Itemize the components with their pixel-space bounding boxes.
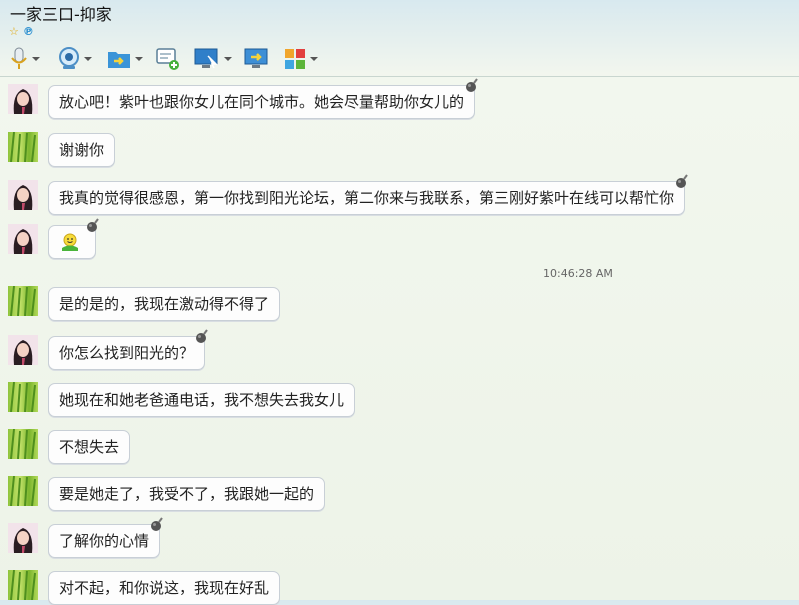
- window-title: 一家三口-抑家: [10, 5, 112, 24]
- message-text: 我真的觉得很感恩，第一你找到阳光论坛，第二你来与我联系，第三刚好紫叶在线可以帮忙…: [59, 189, 675, 207]
- send-file-button[interactable]: [107, 44, 143, 74]
- message-text: 对不起，和你说这，我现在好乱: [59, 579, 270, 597]
- p-icon[interactable]: ℗: [23, 25, 34, 38]
- avatar[interactable]: [8, 84, 38, 114]
- message-bubble[interactable]: 不想失去: [48, 430, 131, 464]
- avatar[interactable]: [8, 523, 38, 553]
- title-bar: 一家三口-抑家 ☆ ℗: [0, 0, 799, 46]
- message-bubble[interactable]: [48, 218, 99, 259]
- message-bubble[interactable]: 是的是的，我现在激动得不得了: [48, 287, 281, 321]
- apps-grid-icon: [285, 49, 305, 69]
- avatar[interactable]: [8, 132, 38, 162]
- bomb-icon: [466, 78, 478, 92]
- avatar[interactable]: [8, 286, 38, 316]
- message-text: 了解你的心情: [59, 532, 150, 550]
- toolbar: [0, 44, 799, 74]
- chat-history[interactable]: 放心吧！紫叶也跟你女儿在同个城市。她会尽量帮助你女儿的 谢谢你 我真的觉得很感恩…: [0, 76, 799, 605]
- message-bubble[interactable]: 对不起，和你说这，我现在好乱: [48, 571, 281, 605]
- avatar[interactable]: [8, 180, 38, 210]
- message-text: 她现在和她老爸通电话，我不想失去我女儿: [59, 391, 345, 409]
- message-text: 不想失去: [59, 438, 120, 456]
- message-text: 你怎么找到阳光的？: [59, 344, 195, 362]
- screen-share-icon: [244, 48, 268, 68]
- webcam-icon: [59, 47, 79, 69]
- avatar[interactable]: [8, 224, 38, 254]
- folder-arrow-icon: [108, 52, 130, 68]
- message-text: 放心吧！紫叶也跟你女儿在同个城市。她会尽量帮助你女儿的: [59, 93, 465, 111]
- bomb-icon: [151, 517, 163, 531]
- bomb-icon: [676, 174, 688, 188]
- smiley-emoticon-icon: [62, 233, 78, 251]
- message-timestamp: 10:46:28 AM: [543, 267, 613, 280]
- message-bubble[interactable]: 她现在和她老爸通电话，我不想失去我女儿: [48, 383, 356, 417]
- message-text: 要是她走了，我受不了，我跟她一起的: [59, 485, 315, 503]
- microphone-button[interactable]: [10, 44, 40, 74]
- message-add-button[interactable]: [156, 44, 180, 74]
- avatar[interactable]: [8, 570, 38, 600]
- avatar[interactable]: [8, 476, 38, 506]
- message-bubble[interactable]: 我真的觉得很感恩，第一你找到阳光论坛，第二你来与我联系，第三刚好紫叶在线可以帮忙…: [48, 174, 688, 215]
- avatar[interactable]: [8, 382, 38, 412]
- webcam-button[interactable]: [58, 44, 92, 74]
- apps-button[interactable]: [284, 44, 318, 74]
- star-icon[interactable]: ☆: [9, 25, 19, 38]
- remote-desktop-icon: [194, 48, 218, 69]
- bomb-icon: [87, 218, 99, 232]
- avatar[interactable]: [8, 429, 38, 459]
- remote-assist-button[interactable]: [194, 44, 232, 74]
- message-bubble[interactable]: 谢谢你: [48, 133, 116, 167]
- microphone-icon: [11, 47, 27, 69]
- message-bubble[interactable]: 你怎么找到阳光的？: [48, 329, 208, 370]
- message-add-icon: [156, 48, 179, 70]
- screen-share-button[interactable]: [244, 44, 270, 74]
- message-text: 谢谢你: [59, 141, 105, 159]
- message-text: 是的是的，我现在激动得不得了: [59, 295, 270, 313]
- bomb-icon: [196, 329, 208, 343]
- avatar[interactable]: [8, 335, 38, 365]
- message-bubble[interactable]: 放心吧！紫叶也跟你女儿在同个城市。她会尽量帮助你女儿的: [48, 78, 478, 119]
- message-bubble[interactable]: 要是她走了，我受不了，我跟她一起的: [48, 477, 326, 511]
- status-icons: ☆ ℗: [9, 25, 38, 38]
- message-bubble[interactable]: 了解你的心情: [48, 517, 163, 558]
